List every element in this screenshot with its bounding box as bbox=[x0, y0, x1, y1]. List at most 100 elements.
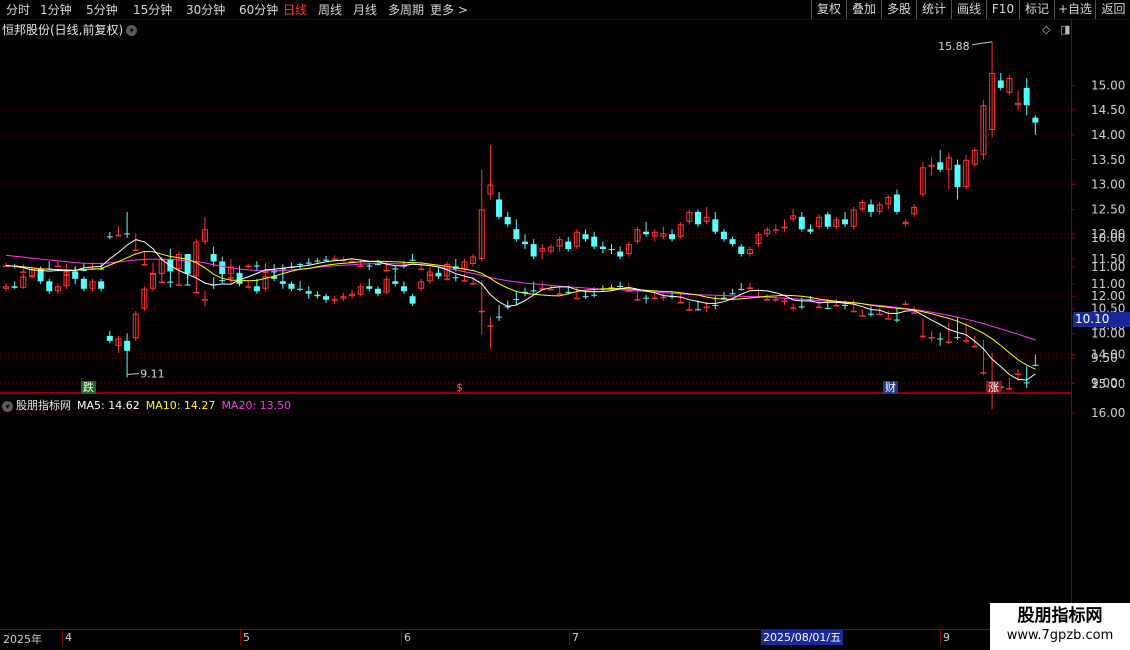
sub-candle bbox=[695, 309, 701, 311]
ma20-legend: MA20: 13.50 bbox=[221, 399, 292, 412]
sub-candle bbox=[435, 272, 442, 274]
main-candle bbox=[720, 231, 727, 240]
sub-candle bbox=[971, 345, 978, 348]
sub-candle bbox=[963, 340, 970, 342]
sub-candle bbox=[643, 297, 650, 299]
main-candle bbox=[582, 234, 589, 240]
sub-candle bbox=[124, 233, 131, 235]
sub-candle bbox=[790, 307, 797, 309]
main-y-tick-label: 15.00 bbox=[1091, 78, 1125, 92]
sub-candle bbox=[323, 259, 330, 261]
sub-candle bbox=[746, 287, 753, 289]
sub-candle bbox=[712, 304, 719, 306]
main-candle bbox=[409, 296, 416, 304]
main-candle bbox=[781, 226, 788, 229]
main-candle bbox=[1023, 87, 1030, 106]
sub-candle bbox=[634, 299, 641, 301]
date-label-year: 2025年 bbox=[3, 633, 42, 646]
sub-candle bbox=[1006, 388, 1013, 390]
finance-report-marker[interactable]: 财 bbox=[883, 381, 898, 394]
date-label-jul: 7 bbox=[572, 631, 579, 644]
main-candle bbox=[729, 239, 736, 245]
sub-candle bbox=[115, 234, 122, 237]
sub-candle bbox=[980, 372, 987, 374]
limit-up-marker[interactable]: 涨 bbox=[986, 381, 1001, 394]
sub-candle bbox=[617, 285, 624, 287]
sub-candle bbox=[859, 315, 866, 317]
sub-candle bbox=[816, 306, 823, 308]
sub-candle bbox=[591, 294, 598, 296]
sub-candle bbox=[833, 304, 840, 307]
sub-candle bbox=[418, 268, 425, 270]
dividend-marker[interactable]: $ bbox=[454, 381, 465, 394]
main-candle bbox=[392, 281, 399, 284]
sub-y-tick-label: 12.00 bbox=[1091, 289, 1125, 303]
ma20-line bbox=[5, 254, 1036, 341]
main-candle bbox=[124, 340, 131, 351]
main-candle bbox=[954, 164, 961, 188]
sub-candle bbox=[245, 265, 252, 268]
watermark-logo: 股朋指标网 www.7gpzb.com bbox=[990, 603, 1130, 650]
sub-candle bbox=[262, 271, 269, 273]
main-y-tick-label: 12.50 bbox=[1091, 202, 1125, 216]
sub-candle bbox=[54, 265, 61, 268]
sub-candle bbox=[850, 310, 857, 313]
sub-candle bbox=[660, 296, 667, 299]
sub-candle bbox=[1023, 382, 1030, 384]
low-price-label: 9.11 bbox=[140, 368, 165, 381]
sub-candle bbox=[738, 288, 745, 290]
main-candle bbox=[591, 236, 598, 247]
sub-candle bbox=[366, 265, 373, 267]
sub-candle bbox=[1032, 364, 1039, 366]
date-label-may: 5 bbox=[243, 631, 250, 644]
date-tick bbox=[940, 630, 941, 645]
indicator-menu-icon[interactable]: ▾ bbox=[2, 400, 13, 412]
date-tick bbox=[401, 630, 402, 645]
sub-candle bbox=[331, 258, 338, 260]
limit-down-marker[interactable]: 跌 bbox=[81, 381, 96, 394]
kline-chart[interactable]: 15.0014.5014.0013.5013.0012.5012.0011.50… bbox=[0, 0, 1130, 650]
sub-candle bbox=[876, 313, 883, 316]
sub-candle bbox=[227, 277, 234, 279]
sub-candle bbox=[677, 302, 684, 304]
watermark-title: 股朋指标网 bbox=[1017, 606, 1103, 626]
sub-candle bbox=[253, 265, 260, 267]
sub-candle bbox=[193, 291, 200, 294]
main-candle bbox=[807, 229, 814, 232]
main-candle bbox=[937, 162, 944, 170]
main-candle bbox=[530, 244, 537, 257]
sub-candle bbox=[686, 309, 693, 311]
main-y-tick-label: 13.00 bbox=[1091, 178, 1125, 192]
ma5-line bbox=[5, 239, 1036, 381]
ma5-legend: MA5: 14.62 bbox=[77, 399, 140, 412]
sub-candle bbox=[374, 264, 381, 266]
sub-candle bbox=[72, 274, 79, 276]
sub-candle bbox=[444, 278, 451, 281]
main-candle bbox=[695, 211, 701, 225]
main-candle bbox=[893, 194, 900, 212]
sub-candle bbox=[824, 307, 831, 309]
main-candle bbox=[504, 216, 511, 225]
sub-candle bbox=[236, 272, 243, 274]
indicator-name[interactable]: 股朋指标网 bbox=[16, 399, 71, 412]
date-tick bbox=[240, 630, 241, 645]
date-label-jun: 6 bbox=[404, 631, 411, 644]
sub-candle bbox=[487, 325, 494, 327]
sub-candle bbox=[496, 316, 503, 318]
main-candle bbox=[210, 254, 217, 262]
main-candle bbox=[565, 241, 572, 250]
sub-candle bbox=[919, 335, 926, 338]
sub-candle bbox=[141, 264, 148, 266]
main-candle bbox=[798, 216, 805, 230]
date-label-apr: 4 bbox=[65, 631, 72, 644]
sub-y-tick-label: 14.00 bbox=[1091, 348, 1125, 362]
main-candle bbox=[617, 251, 624, 257]
sub-candle bbox=[798, 306, 805, 308]
sub-candle bbox=[184, 284, 191, 286]
sub-candle bbox=[556, 293, 563, 295]
sub-y-tick-label: 11.00 bbox=[1091, 260, 1125, 274]
sub-candle bbox=[1015, 373, 1022, 376]
main-candle bbox=[772, 229, 779, 231]
main-candle bbox=[643, 231, 650, 235]
sub-candle bbox=[392, 268, 399, 270]
